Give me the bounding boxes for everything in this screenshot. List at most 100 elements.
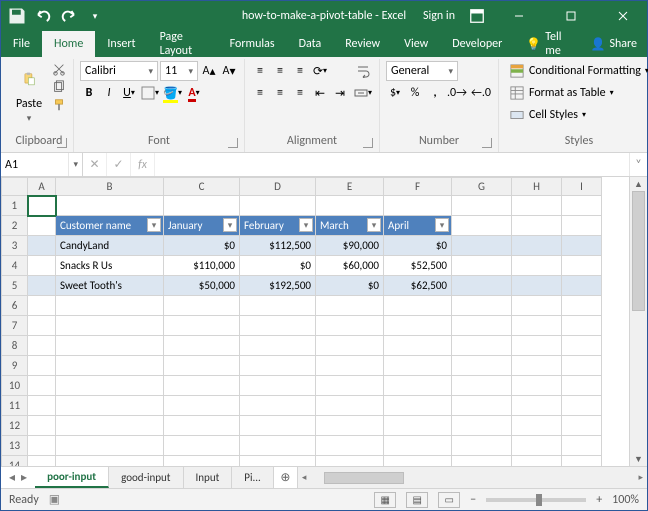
row-header[interactable]: 9 <box>2 356 28 376</box>
cell[interactable] <box>562 276 602 296</box>
normal-view-icon[interactable]: ▦ <box>374 492 396 508</box>
cell[interactable]: $0 <box>164 236 240 256</box>
cut-icon[interactable] <box>51 61 67 77</box>
cell[interactable] <box>28 396 56 416</box>
cell[interactable] <box>384 196 452 216</box>
cell[interactable] <box>28 316 56 336</box>
undo-icon[interactable] <box>33 6 53 26</box>
tab-view[interactable]: View <box>392 31 440 57</box>
row-header[interactable]: 6 <box>2 296 28 316</box>
cell[interactable]: $192,500 <box>240 276 316 296</box>
cell[interactable]: $0 <box>240 256 316 276</box>
sign-in-link[interactable]: Sign in <box>423 9 455 23</box>
cell[interactable] <box>56 376 164 396</box>
cell[interactable] <box>316 396 384 416</box>
cell[interactable] <box>384 456 452 467</box>
merge-center-icon[interactable]: ▾ <box>353 83 373 103</box>
cell[interactable]: CandyLand <box>56 236 164 256</box>
filter-dropdown-icon[interactable]: ▾ <box>147 218 161 232</box>
cancel-formula-icon[interactable]: ✕ <box>83 153 107 176</box>
insert-function-icon[interactable]: fx <box>131 153 155 176</box>
accounting-format-icon[interactable]: $▾ <box>386 83 404 103</box>
cell[interactable] <box>452 396 512 416</box>
cell[interactable]: $0 <box>384 236 452 256</box>
tab-nav[interactable]: ◂▸ <box>1 467 35 488</box>
cell[interactable] <box>56 356 164 376</box>
cell[interactable]: February▾ <box>240 216 316 236</box>
macro-record-icon[interactable]: ▣ <box>49 492 60 507</box>
zoom-level[interactable]: 100% <box>612 493 639 507</box>
cell[interactable] <box>316 436 384 456</box>
cell[interactable] <box>164 196 240 216</box>
col-header[interactable]: B <box>56 178 164 196</box>
font-size-select[interactable]: 11▾ <box>160 61 198 81</box>
qat-more-icon[interactable]: ▾ <box>85 6 105 26</box>
cell[interactable] <box>56 296 164 316</box>
copy-icon[interactable] <box>51 79 67 95</box>
cell[interactable] <box>452 196 512 216</box>
decrease-indent-icon[interactable]: ⇤ <box>311 83 329 103</box>
cell[interactable] <box>562 416 602 436</box>
align-bottom-icon[interactable]: ≡ <box>291 61 309 81</box>
cell[interactable] <box>316 456 384 467</box>
vertical-scrollbar[interactable]: ▲ ▼ <box>629 177 647 466</box>
conditional-formatting-button[interactable]: Conditional Formatting▾ <box>505 61 648 81</box>
cell[interactable] <box>512 256 562 276</box>
row-header[interactable]: 4 <box>2 256 28 276</box>
maximize-button[interactable] <box>551 1 591 31</box>
cell[interactable] <box>316 316 384 336</box>
name-box[interactable]: ▾ <box>1 153 83 176</box>
tab-review[interactable]: Review <box>333 31 392 57</box>
cell[interactable] <box>512 416 562 436</box>
cell[interactable] <box>452 436 512 456</box>
col-header[interactable]: G <box>452 178 512 196</box>
cell[interactable] <box>164 356 240 376</box>
cell[interactable] <box>452 376 512 396</box>
row-header[interactable]: 8 <box>2 336 28 356</box>
cell[interactable] <box>240 396 316 416</box>
cell[interactable] <box>28 356 56 376</box>
cell[interactable] <box>512 216 562 236</box>
font-launcher[interactable] <box>228 138 238 148</box>
cell[interactable] <box>562 236 602 256</box>
cell[interactable]: $0 <box>316 276 384 296</box>
cell[interactable] <box>452 336 512 356</box>
sheet-tab[interactable]: Pi... <box>232 467 274 488</box>
cell[interactable] <box>316 376 384 396</box>
cell[interactable]: Customer name▾ <box>56 216 164 236</box>
cell[interactable] <box>240 316 316 336</box>
clipboard-launcher[interactable] <box>57 138 67 148</box>
cell[interactable] <box>384 416 452 436</box>
cell[interactable]: $62,500 <box>384 276 452 296</box>
col-header[interactable]: A <box>28 178 56 196</box>
row-header[interactable]: 11 <box>2 396 28 416</box>
name-box-input[interactable] <box>1 158 61 172</box>
cell[interactable] <box>562 336 602 356</box>
cell[interactable] <box>384 376 452 396</box>
cell[interactable] <box>164 396 240 416</box>
align-right-icon[interactable]: ≡ <box>291 83 309 103</box>
redo-icon[interactable] <box>59 6 79 26</box>
cell[interactable]: $60,000 <box>316 256 384 276</box>
close-button[interactable] <box>603 1 643 31</box>
comma-format-icon[interactable]: , <box>426 83 444 103</box>
cell[interactable] <box>452 216 512 236</box>
borders-button[interactable]: ▾ <box>140 83 160 103</box>
filter-dropdown-icon[interactable]: ▾ <box>223 218 237 232</box>
increase-decimal-icon[interactable]: .0→ <box>446 83 468 103</box>
fill-color-button[interactable]: 🪣▾ <box>162 83 183 103</box>
cell[interactable] <box>562 196 602 216</box>
cell[interactable] <box>512 336 562 356</box>
tab-formulas[interactable]: Formulas <box>218 31 287 57</box>
cell[interactable] <box>164 296 240 316</box>
cell[interactable] <box>512 356 562 376</box>
share-button[interactable]: 👤Share <box>580 31 647 57</box>
expand-formula-bar-icon[interactable]: ˅ <box>629 153 647 176</box>
cell[interactable] <box>240 436 316 456</box>
cell[interactable]: $110,000 <box>164 256 240 276</box>
cell[interactable] <box>316 296 384 316</box>
cell[interactable]: Snacks R Us <box>56 256 164 276</box>
cell[interactable] <box>28 216 56 236</box>
tab-page-layout[interactable]: Page Layout <box>148 31 218 57</box>
cell[interactable] <box>28 336 56 356</box>
